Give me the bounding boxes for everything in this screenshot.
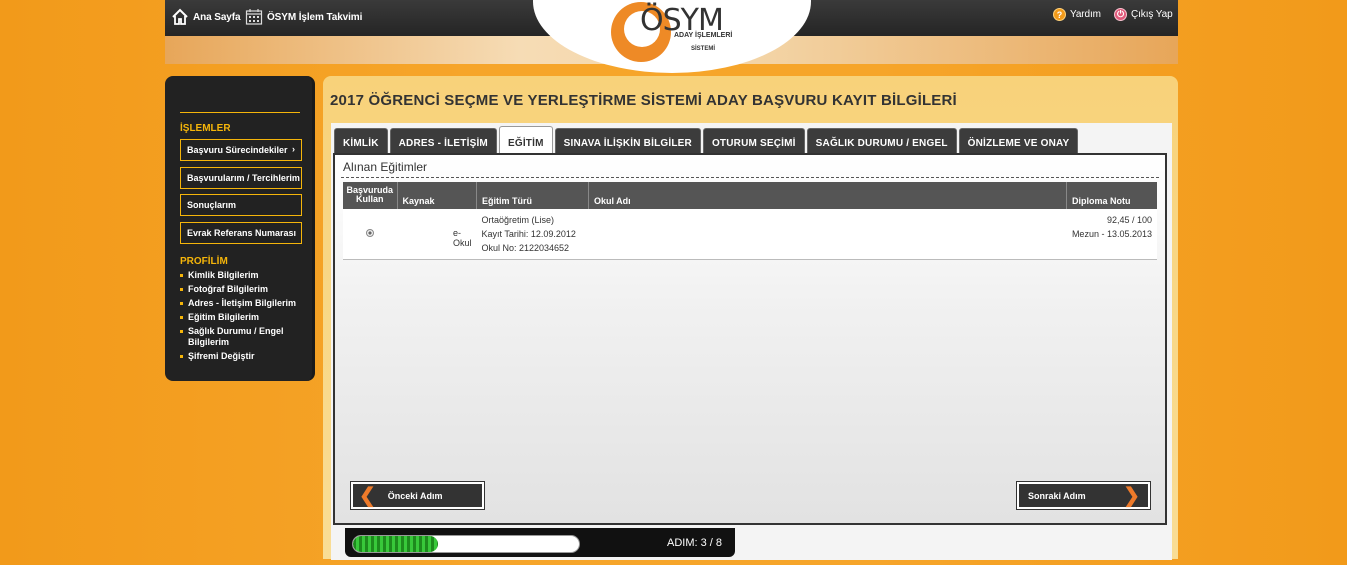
school-name-cell bbox=[588, 209, 1067, 260]
previous-step-button[interactable]: ❮ Önceki Adım bbox=[350, 481, 485, 510]
tab-education[interactable]: EĞİTİM bbox=[498, 126, 553, 153]
registration-date: Kayıt Tarihi: 12.09.2012 bbox=[481, 229, 576, 239]
home-link[interactable]: Ana Sayfa bbox=[171, 8, 241, 26]
education-table: Başvuruda Kullan Kaynak Eğitim Türü Okul… bbox=[343, 182, 1157, 260]
sidebar-button-reference-number[interactable]: Evrak Referans Numarası bbox=[180, 222, 302, 244]
sidebar-heading-operations: İŞLEMLER bbox=[180, 123, 231, 134]
column-header-diploma-grade: Diploma Notu bbox=[1066, 182, 1157, 209]
section-title: Alınan Eğitimler bbox=[343, 160, 428, 174]
school-number: Okul No: 2122034652 bbox=[481, 243, 570, 253]
step-label: ADIM: 3 / 8 bbox=[667, 537, 723, 549]
sidebar-link-change-password[interactable]: Şifremi Değiştir bbox=[180, 351, 305, 362]
tab-address-contact[interactable]: ADRES - İLETİŞİM bbox=[389, 128, 497, 153]
education-type: Ortaöğretim (Lise) bbox=[481, 215, 555, 225]
tab-bar: KİMLİK ADRES - İLETİŞİM EĞİTİM SINAVA İL… bbox=[334, 126, 1079, 153]
sidebar-button-label: Sonuçlarım bbox=[187, 200, 237, 210]
tab-health-disability[interactable]: SAĞLIK DURUMU / ENGEL bbox=[806, 128, 957, 153]
sidebar-link-identity[interactable]: Kimlik Bilgilerim bbox=[180, 270, 305, 281]
calendar-link[interactable]: ÖSYM İşlem Takvimi bbox=[245, 8, 362, 26]
sidebar-link-education[interactable]: Eğitim Bilgilerim bbox=[180, 312, 305, 323]
logout-label: Çıkış Yap bbox=[1131, 9, 1173, 20]
chevron-right-icon: ❯ bbox=[1123, 484, 1140, 507]
education-content: Alınan Eğitimler Başvuruda Kullan Kaynak… bbox=[333, 153, 1167, 525]
sidebar-link-photo[interactable]: Fotoğraf Bilgilerim bbox=[180, 284, 305, 295]
progress-track bbox=[352, 535, 580, 553]
sidebar-button-label: Başvuru Sürecindekiler bbox=[187, 145, 288, 155]
tab-session-selection[interactable]: OTURUM SEÇİMİ bbox=[702, 128, 805, 153]
column-header-education-type: Eğitim Türü bbox=[476, 182, 589, 209]
help-link[interactable]: ? Yardım bbox=[1053, 8, 1101, 21]
table-row: e-Okul Ortaöğretim (Lise) Kayıt Tarihi: … bbox=[343, 209, 1157, 260]
column-header-source: Kaynak bbox=[397, 182, 477, 209]
tab-identity[interactable]: KİMLİK bbox=[334, 128, 388, 153]
diploma-grade-cell: 92,45 / 100 Mezun - 13.05.2013 bbox=[1066, 209, 1157, 260]
diploma-grade: 92,45 / 100 bbox=[1106, 215, 1152, 225]
home-icon bbox=[172, 8, 188, 25]
home-label: Ana Sayfa bbox=[193, 11, 241, 23]
next-step-button[interactable]: Sonraki Adım ❯ bbox=[1016, 481, 1151, 510]
section-divider bbox=[341, 177, 1159, 178]
logo-subtitle-2: SİSTEMİ bbox=[691, 46, 716, 52]
column-header-school-name: Okul Adı bbox=[588, 182, 1067, 209]
source-cell: e-Okul bbox=[397, 209, 477, 260]
use-cell bbox=[343, 209, 397, 260]
sidebar-link-health[interactable]: Sağlık Durumu / Engel Bilgilerim bbox=[180, 326, 290, 348]
next-step-label: Sonraki Adım bbox=[1028, 490, 1086, 501]
sidebar-divider bbox=[180, 112, 300, 113]
column-header-use: Başvuruda Kullan bbox=[343, 182, 398, 209]
sidebar-button-results[interactable]: Sonuçlarım bbox=[180, 194, 302, 216]
calendar-label: ÖSYM İşlem Takvimi bbox=[267, 11, 363, 23]
table-header-row: Başvuruda Kullan Kaynak Eğitim Türü Okul… bbox=[343, 182, 1157, 209]
logout-link[interactable]: ⏻ Çıkış Yap bbox=[1114, 8, 1173, 21]
tab-preview-approval[interactable]: ÖNİZLEME VE ONAY bbox=[958, 128, 1079, 153]
step-progress-bar: ADIM: 3 / 8 bbox=[345, 528, 735, 557]
sidebar-button-active-applications[interactable]: Başvuru Sürecindekiler › bbox=[180, 139, 302, 161]
graduation-date: Mezun - 13.05.2013 bbox=[1071, 229, 1152, 239]
use-radio[interactable] bbox=[366, 229, 374, 237]
sidebar-link-address[interactable]: Adres - İletişim Bilgilerim bbox=[180, 298, 305, 309]
page-title: 2017 ÖĞRENCİ SEÇME VE YERLEŞTİRME SİSTEM… bbox=[330, 92, 957, 109]
power-icon: ⏻ bbox=[1114, 8, 1127, 21]
main-panel: 2017 ÖĞRENCİ SEÇME VE YERLEŞTİRME SİSTEM… bbox=[323, 76, 1178, 560]
help-icon: ? bbox=[1053, 8, 1066, 21]
help-label: Yardım bbox=[1070, 9, 1101, 20]
tabs-panel: KİMLİK ADRES - İLETİŞİM EĞİTİM SINAVA İL… bbox=[331, 123, 1172, 560]
previous-step-label: Önceki Adım bbox=[387, 490, 443, 501]
sidebar-button-label: Başvurularım / Tercihlerim bbox=[187, 173, 300, 183]
sidebar-button-label: Evrak Referans Numarası bbox=[187, 228, 297, 238]
logo-subtitle-1: ADAY İŞLEMLERİ bbox=[674, 32, 733, 39]
calendar-icon bbox=[245, 9, 263, 25]
sidebar-button-my-applications[interactable]: Başvurularım / Tercihlerim bbox=[180, 167, 302, 189]
tab-exam-info[interactable]: SINAVA İLİŞKİN BİLGİLER bbox=[554, 128, 701, 153]
progress-fill bbox=[353, 536, 438, 552]
sidebar: İŞLEMLER Başvuru Sürecindekiler › Başvur… bbox=[165, 76, 315, 381]
chevron-left-icon: ❮ bbox=[359, 484, 376, 507]
chevron-right-icon: › bbox=[292, 144, 295, 154]
sidebar-heading-profile: PROFİLİM bbox=[180, 256, 228, 267]
education-type-cell: Ortaöğretim (Lise) Kayıt Tarihi: 12.09.2… bbox=[476, 209, 589, 260]
